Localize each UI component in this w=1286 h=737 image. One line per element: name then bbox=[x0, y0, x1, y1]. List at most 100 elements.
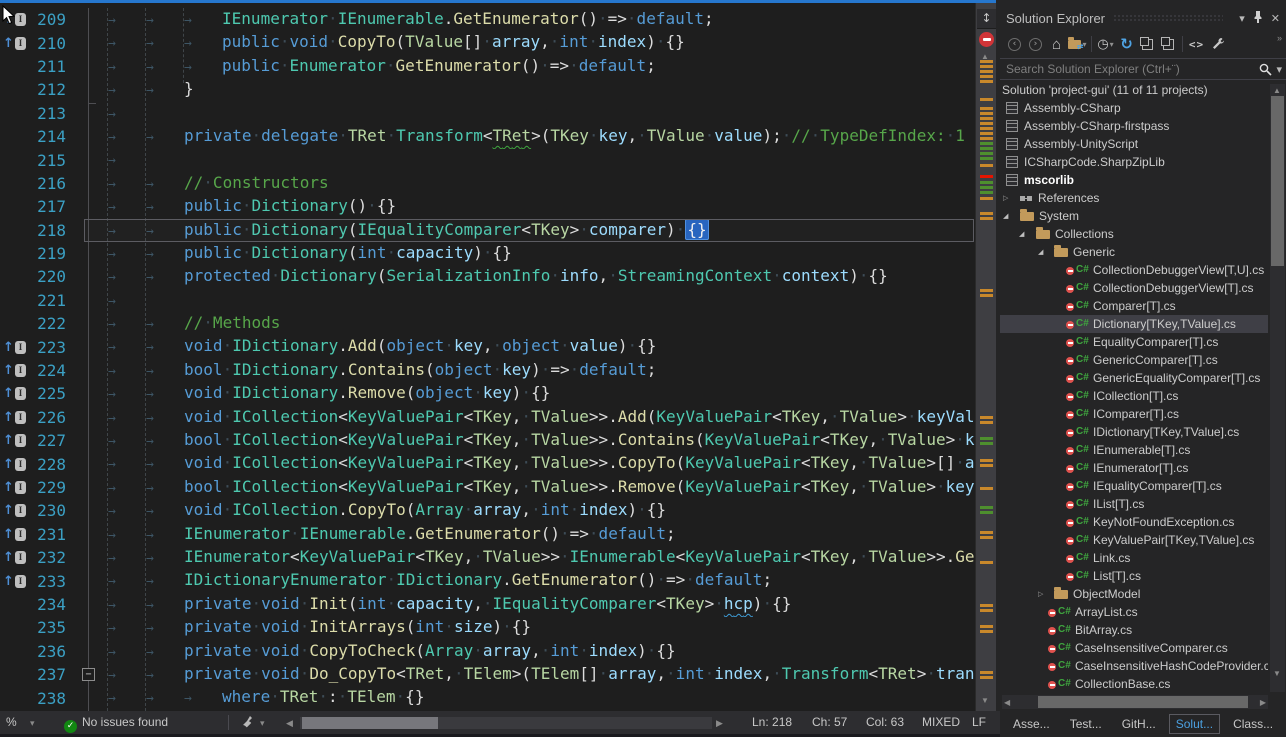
code-line[interactable]: 211→→→public·Enumerator·GetEnumerator()·… bbox=[0, 55, 975, 78]
scrollbar-thumb[interactable] bbox=[1038, 696, 1248, 708]
scrollbar-thumb[interactable] bbox=[302, 717, 438, 729]
code-text[interactable]: →→→where·TRet·:·TElem·{} bbox=[98, 685, 975, 710]
code-text[interactable]: →→bool·ICollection<KeyValuePair<TKey,·TV… bbox=[98, 475, 975, 500]
tree-item-keyvaluepair-tkey-tvalue-cs[interactable]: C#KeyValuePair[TKey,TValue].cs bbox=[1000, 531, 1268, 549]
override-indicator-icon[interactable]: ↑ bbox=[3, 575, 14, 588]
hscroll-right-arrow-icon[interactable]: ▶ bbox=[716, 718, 723, 729]
code-text[interactable]: →→private·void·InitArrays(int·size)·{} bbox=[98, 615, 975, 640]
glyph-margin[interactable]: ↑I bbox=[0, 546, 26, 569]
interface-member-badge-icon[interactable]: I bbox=[15, 481, 26, 494]
code-text[interactable]: → bbox=[98, 288, 975, 313]
line-number[interactable]: 217 bbox=[26, 197, 76, 216]
glyph-margin[interactable] bbox=[0, 195, 26, 218]
line-number[interactable]: 209 bbox=[26, 10, 76, 29]
code-line[interactable]: 219→→public·Dictionary(int·capacity)·{} bbox=[0, 242, 975, 265]
code-text[interactable]: →→bool·IDictionary.Contains(object·key)·… bbox=[98, 358, 975, 383]
code-line[interactable]: ↑I228→→void·ICollection<KeyValuePair<TKe… bbox=[0, 452, 975, 475]
code-text[interactable]: →→//·Methods bbox=[98, 311, 975, 336]
code-line[interactable]: 237→→private·void·Do_CopyTo<TRet,·TElem>… bbox=[0, 663, 975, 686]
solution-explorer-search[interactable]: Search Solution Explorer (Ctrl+¨) ▾ bbox=[1000, 58, 1286, 80]
glyph-margin[interactable] bbox=[0, 686, 26, 709]
line-number[interactable]: 215 bbox=[26, 151, 76, 170]
code-line[interactable]: 217→→public·Dictionary()·{} bbox=[0, 195, 975, 218]
glyph-margin[interactable]: ↑I bbox=[0, 359, 26, 382]
code-line[interactable]: 220→→protected·Dictionary(SerializationI… bbox=[0, 265, 975, 288]
scroll-down-arrow-icon[interactable]: ▼ bbox=[1273, 669, 1281, 678]
override-indicator-icon[interactable]: ↑ bbox=[3, 481, 14, 494]
override-indicator-icon[interactable]: ↑ bbox=[3, 341, 14, 354]
interface-member-badge-icon[interactable]: I bbox=[15, 504, 26, 517]
tree-item-solution-project-gui-11-of-11-projects-[interactable]: Solution 'project-gui' (11 of 11 project… bbox=[1000, 81, 1268, 99]
tree-item-caseinsensitivehashcodeprovider-cs[interactable]: C#CaseInsensitiveHashCodeProvider.cs bbox=[1000, 657, 1268, 675]
tree-item-ienumerable-t-cs[interactable]: C#IEnumerable[T].cs bbox=[1000, 441, 1268, 459]
glyph-margin[interactable] bbox=[0, 78, 26, 101]
scroll-left-arrow-icon[interactable]: ◀ bbox=[1004, 698, 1010, 707]
tree-item-assembly-unityscript[interactable]: Assembly-UnityScript bbox=[1000, 135, 1268, 153]
override-indicator-icon[interactable]: ↑ bbox=[3, 364, 14, 377]
tree-item-collectionbase-cs[interactable]: C#CollectionBase.cs bbox=[1000, 675, 1268, 693]
code-text[interactable]: →→//·Constructors bbox=[98, 171, 975, 196]
line-number[interactable]: 213 bbox=[26, 104, 76, 123]
editor-split-handle-icon[interactable]: ↕ bbox=[977, 9, 996, 29]
code-text[interactable]: →→bool·ICollection<KeyValuePair<TKey,·TV… bbox=[98, 428, 975, 453]
code-text[interactable]: →→void·IDictionary.Remove(object·key)·{} bbox=[98, 381, 975, 406]
line-number[interactable]: 224 bbox=[26, 361, 76, 380]
code-text[interactable]: →→private·void·CopyToCheck(Array·array,·… bbox=[98, 639, 975, 664]
line-number[interactable]: 216 bbox=[26, 174, 76, 193]
interface-member-badge-icon[interactable]: I bbox=[15, 387, 26, 400]
line-number[interactable]: 227 bbox=[26, 431, 76, 450]
editor-horizontal-scrollbar[interactable] bbox=[300, 717, 712, 729]
line-number[interactable]: 223 bbox=[26, 338, 76, 357]
code-text[interactable]: →→private·void·Do_CopyTo<TRet,·TElem>(TE… bbox=[98, 662, 975, 687]
tree-item-arraylist-cs[interactable]: C#ArrayList.cs bbox=[1000, 603, 1268, 621]
code-line[interactable]: ↑I232→→IEnumerator<KeyValuePair<TKey,·TV… bbox=[0, 546, 975, 569]
tree-item-collectiondebuggerview-t-u-cs[interactable]: C#CollectionDebuggerView[T,U].cs bbox=[1000, 261, 1268, 279]
line-number[interactable]: 220 bbox=[26, 267, 76, 286]
scroll-down-arrow-icon[interactable]: ▼ bbox=[981, 696, 989, 705]
code-text[interactable]: →→void·ICollection<KeyValuePair<TKey,·TV… bbox=[98, 405, 975, 430]
override-indicator-icon[interactable]: ↑ bbox=[3, 458, 14, 471]
code-text[interactable]: →→void·IDictionary.Add(object·key,·objec… bbox=[98, 334, 975, 359]
pending-changes-filter-icon[interactable]: ◷▾ bbox=[1095, 34, 1116, 54]
code-text[interactable]: →→→public·void·CopyTo(TValue[]·array,·in… bbox=[98, 30, 975, 55]
code-text[interactable]: →→→IEnumerator·IEnumerable.GetEnumerator… bbox=[98, 7, 975, 32]
glyph-margin[interactable] bbox=[0, 593, 26, 616]
glyph-margin[interactable] bbox=[0, 55, 26, 78]
code-line[interactable]: ↑I225→→void·IDictionary.Remove(object·ke… bbox=[0, 382, 975, 405]
glyph-margin[interactable] bbox=[0, 219, 26, 242]
glyph-margin[interactable]: ↑I bbox=[0, 31, 26, 54]
glyph-margin[interactable]: ↑I bbox=[0, 476, 26, 499]
tree-item-iequalitycomparer-t-cs[interactable]: C#IEqualityComparer[T].cs bbox=[1000, 477, 1268, 495]
glyph-margin[interactable]: ↑I bbox=[0, 499, 26, 522]
interface-member-badge-icon[interactable]: I bbox=[15, 37, 26, 50]
tree-item-assembly-csharp-firstpass[interactable]: Assembly-CSharp-firstpass bbox=[1000, 117, 1268, 135]
code-line[interactable]: 214→→private·delegate·TRet·Transform<TRe… bbox=[0, 125, 975, 148]
glyph-margin[interactable] bbox=[0, 125, 26, 148]
interface-member-badge-icon[interactable]: I bbox=[15, 458, 26, 471]
tree-item-genericcomparer-t-cs[interactable]: C#GenericComparer[T].cs bbox=[1000, 351, 1268, 369]
solution-explorer-titlebar[interactable]: Solution Explorer ▾ ✕ bbox=[1000, 6, 1286, 30]
glyph-margin[interactable] bbox=[0, 172, 26, 195]
tree-item-collections[interactable]: ◢Collections bbox=[1000, 225, 1268, 243]
code-text[interactable]: →→public·Dictionary(int·capacity)·{} bbox=[98, 241, 975, 266]
glyph-margin[interactable]: ↑I bbox=[0, 406, 26, 429]
code-line[interactable]: 234→→private·void·Init(int·capacity,·IEq… bbox=[0, 593, 975, 616]
line-number[interactable]: 218 bbox=[26, 221, 76, 240]
line-number[interactable]: 238 bbox=[26, 689, 76, 708]
view-code-icon[interactable]: <> bbox=[1186, 34, 1207, 54]
home-icon[interactable]: ⌂ bbox=[1046, 34, 1067, 54]
code-text[interactable]: → bbox=[98, 147, 975, 172]
interface-member-badge-icon[interactable]: I bbox=[15, 575, 26, 588]
glyph-margin[interactable]: ↑I bbox=[0, 569, 26, 592]
scrollbar-thumb[interactable] bbox=[1271, 96, 1284, 266]
tree-horizontal-scrollbar[interactable]: ◀ ▶ bbox=[1002, 695, 1268, 709]
code-text[interactable]: →→IEnumerator·IEnumerable.GetEnumerator(… bbox=[98, 522, 975, 547]
zoom-dropdown-icon[interactable]: ▾ bbox=[30, 718, 35, 729]
line-number[interactable]: 214 bbox=[26, 127, 76, 146]
line-number[interactable]: 221 bbox=[26, 291, 76, 310]
refresh-icon[interactable]: ↻ bbox=[1116, 34, 1137, 54]
pin-icon[interactable] bbox=[1253, 11, 1263, 26]
glyph-margin[interactable] bbox=[0, 289, 26, 312]
interface-member-badge-icon[interactable]: I bbox=[15, 13, 26, 26]
code-line[interactable]: ↑I229→→bool·ICollection<KeyValuePair<TKe… bbox=[0, 476, 975, 499]
